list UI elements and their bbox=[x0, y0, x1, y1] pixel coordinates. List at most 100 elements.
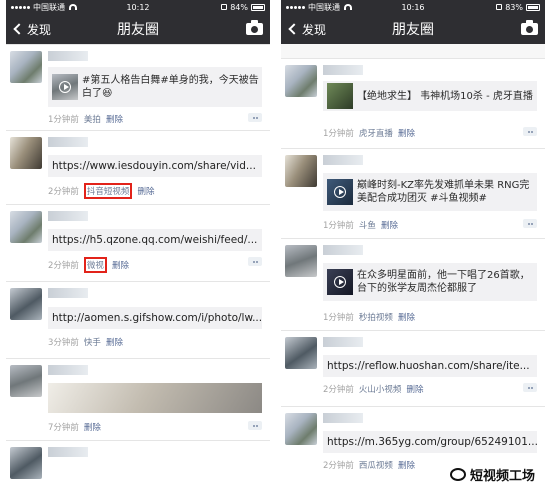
post-time: 2分钟前 bbox=[323, 385, 354, 395]
shared-link-card[interactable]: 巅峰时刻-KZ率先发难抓单未果 RNG完美配合成功团灭 #斗鱼视频# bbox=[323, 173, 537, 211]
chevron-left-icon bbox=[13, 23, 25, 35]
delete-link[interactable]: 删除 bbox=[84, 421, 101, 433]
shared-link-card[interactable]: https://www.iesdouyin.com/share/vid... bbox=[48, 155, 262, 177]
shared-link-card[interactable]: #第五人格告白舞#单身的我，今天被告白了😆 bbox=[48, 67, 262, 107]
wechat-official-account-icon bbox=[449, 468, 466, 481]
delete-link[interactable]: 删除 bbox=[381, 219, 398, 231]
user-name-blurred[interactable] bbox=[323, 155, 363, 165]
shared-link-card[interactable]: https://reflow.huoshan.com/share/ite... bbox=[323, 355, 537, 377]
user-name-blurred[interactable] bbox=[48, 365, 88, 375]
battery-percent: 84% bbox=[230, 2, 248, 12]
comment-more-icon[interactable] bbox=[248, 113, 262, 122]
post-source[interactable]: 火山小视频 bbox=[359, 383, 402, 395]
avatar[interactable] bbox=[10, 211, 42, 243]
post-source[interactable]: 秒拍视频 bbox=[359, 311, 393, 323]
comment-more-icon[interactable] bbox=[248, 257, 262, 266]
user-name-blurred[interactable] bbox=[323, 245, 363, 255]
avatar[interactable] bbox=[285, 65, 317, 97]
rotation-lock-icon bbox=[221, 4, 228, 10]
user-name-blurred[interactable] bbox=[323, 413, 363, 423]
delete-link[interactable]: 删除 bbox=[406, 383, 423, 395]
avatar[interactable] bbox=[10, 365, 42, 397]
moment-post: https://www.iesdouyin.com/share/vid... 2… bbox=[6, 130, 270, 204]
post-time: 1分钟前 bbox=[323, 129, 354, 139]
card-title: 巅峰时刻-KZ率先发难抓单未果 RNG完美配合成功团灭 #斗鱼视频# bbox=[357, 180, 530, 204]
moment-post: #第五人格告白舞#单身的我，今天被告白了😆 1分钟前 美拍 删除 bbox=[6, 44, 270, 130]
chevron-left-icon bbox=[288, 23, 300, 35]
avatar[interactable] bbox=[10, 51, 42, 83]
user-name-blurred[interactable] bbox=[323, 337, 363, 347]
post-source-highlighted[interactable]: 微视 bbox=[83, 257, 107, 273]
moment-post: http://aomen.s.gifshow.com/i/photo/lw...… bbox=[6, 281, 270, 358]
play-icon bbox=[334, 186, 346, 198]
status-bar: 中国联通 10:16 83% bbox=[281, 0, 545, 14]
post-meta: 3分钟前 快手 删除 bbox=[48, 336, 123, 348]
post-time: 1分钟前 bbox=[323, 221, 354, 231]
wifi-icon bbox=[344, 4, 352, 10]
avatar[interactable] bbox=[10, 288, 42, 320]
post-source[interactable]: 斗鱼 bbox=[359, 219, 376, 231]
post-source[interactable]: 虎牙直播 bbox=[359, 127, 393, 139]
shared-link-card[interactable]: https://m.365yg.com/group/65249101... bbox=[323, 431, 537, 453]
moment-post: https://reflow.huoshan.com/share/ite... … bbox=[281, 330, 545, 406]
delete-link[interactable]: 删除 bbox=[137, 185, 154, 197]
avatar[interactable] bbox=[10, 447, 42, 479]
delete-link[interactable]: 删除 bbox=[398, 127, 415, 139]
post-time: 7分钟前 bbox=[48, 423, 79, 433]
user-name-blurred[interactable] bbox=[323, 65, 363, 75]
post-time: 2分钟前 bbox=[48, 261, 79, 271]
delete-link[interactable]: 删除 bbox=[398, 459, 415, 471]
camera-icon[interactable] bbox=[521, 20, 538, 35]
shared-link-card[interactable]: http://aomen.s.gifshow.com/i/photo/lw... bbox=[48, 307, 262, 329]
user-name-blurred[interactable] bbox=[48, 137, 88, 147]
shared-link-card[interactable]: 在众多明星面前，他一下唱了26首歌，台下的张学友周杰伦都服了 bbox=[323, 263, 537, 301]
nav-bar: 发现 朋友圈 bbox=[281, 14, 545, 44]
card-url: https://reflow.huoshan.com/share/ite... bbox=[327, 360, 530, 372]
moments-feed[interactable]: #第五人格告白舞#单身的我，今天被告白了😆 1分钟前 美拍 删除 https:/… bbox=[6, 44, 270, 494]
delete-link[interactable]: 删除 bbox=[106, 113, 123, 125]
wifi-icon bbox=[69, 4, 77, 10]
post-meta: 2分钟前 抖音短视频 删除 bbox=[48, 183, 154, 199]
video-thumbnail bbox=[52, 74, 78, 100]
avatar[interactable] bbox=[10, 137, 42, 169]
comment-more-icon[interactable] bbox=[523, 383, 537, 392]
delete-link[interactable]: 删除 bbox=[398, 311, 415, 323]
avatar[interactable] bbox=[285, 413, 317, 445]
post-source[interactable]: 西瓜视频 bbox=[359, 459, 393, 471]
delete-link[interactable]: 删除 bbox=[106, 336, 123, 348]
moments-feed[interactable]: 【绝地求生】 韦神机场10杀 - 虎牙直播 1分钟前 虎牙直播 删除 巅峰时刻-… bbox=[281, 44, 545, 494]
post-source-highlighted[interactable]: 抖音短视频 bbox=[83, 183, 133, 199]
user-name-blurred[interactable] bbox=[48, 288, 88, 298]
moment-post: 【绝地求生】 韦神机场10杀 - 虎牙直播 1分钟前 虎牙直播 删除 bbox=[281, 58, 545, 148]
back-button[interactable]: 发现 bbox=[288, 21, 326, 38]
post-time: 1分钟前 bbox=[48, 115, 79, 125]
user-name-blurred[interactable] bbox=[48, 211, 88, 221]
comment-more-icon[interactable] bbox=[523, 127, 537, 136]
shared-link-card[interactable]: https://h5.qzone.qq.com/weishi/feed/... bbox=[48, 229, 262, 251]
shared-link-card-blurred[interactable] bbox=[48, 383, 262, 413]
post-time: 1分钟前 bbox=[323, 313, 354, 323]
avatar[interactable] bbox=[285, 155, 317, 187]
comment-more-icon[interactable] bbox=[523, 219, 537, 228]
user-name-blurred[interactable] bbox=[48, 51, 88, 61]
rotation-lock-icon bbox=[496, 4, 503, 10]
post-source[interactable]: 美拍 bbox=[84, 113, 101, 125]
camera-icon[interactable] bbox=[246, 20, 263, 35]
card-url: https://h5.qzone.qq.com/weishi/feed/... bbox=[52, 234, 258, 246]
nav-bar: 发现 朋友圈 bbox=[6, 14, 270, 44]
user-name-blurred[interactable] bbox=[48, 447, 88, 457]
left-phone-screen: 中国联通 10:12 84% 发现 朋友圈 #第五人格告白舞#单身的我，今天被告… bbox=[6, 0, 270, 494]
moment-post: 在众多明星面前，他一下唱了26首歌，台下的张学友周杰伦都服了 1分钟前 秒拍视频… bbox=[281, 238, 545, 330]
moment-post: 7分钟前 删除 bbox=[6, 358, 270, 440]
post-meta: 2分钟前 火山小视频 删除 bbox=[323, 383, 423, 395]
post-source[interactable]: 快手 bbox=[84, 336, 101, 348]
status-bar: 中国联通 10:12 84% bbox=[6, 0, 270, 14]
back-button[interactable]: 发现 bbox=[13, 21, 51, 38]
right-phone-screen: 中国联通 10:16 83% 发现 朋友圈 【绝地求生】 韦神机场10杀 - 虎… bbox=[281, 0, 545, 494]
shared-link-card[interactable]: 【绝地求生】 韦神机场10杀 - 虎牙直播 bbox=[323, 81, 537, 111]
comment-more-icon[interactable] bbox=[248, 421, 262, 430]
avatar[interactable] bbox=[285, 245, 317, 277]
delete-link[interactable]: 删除 bbox=[112, 259, 129, 271]
moment-post: 巅峰时刻-KZ率先发难抓单未果 RNG完美配合成功团灭 #斗鱼视频# 1分钟前 … bbox=[281, 148, 545, 238]
avatar[interactable] bbox=[285, 337, 317, 369]
